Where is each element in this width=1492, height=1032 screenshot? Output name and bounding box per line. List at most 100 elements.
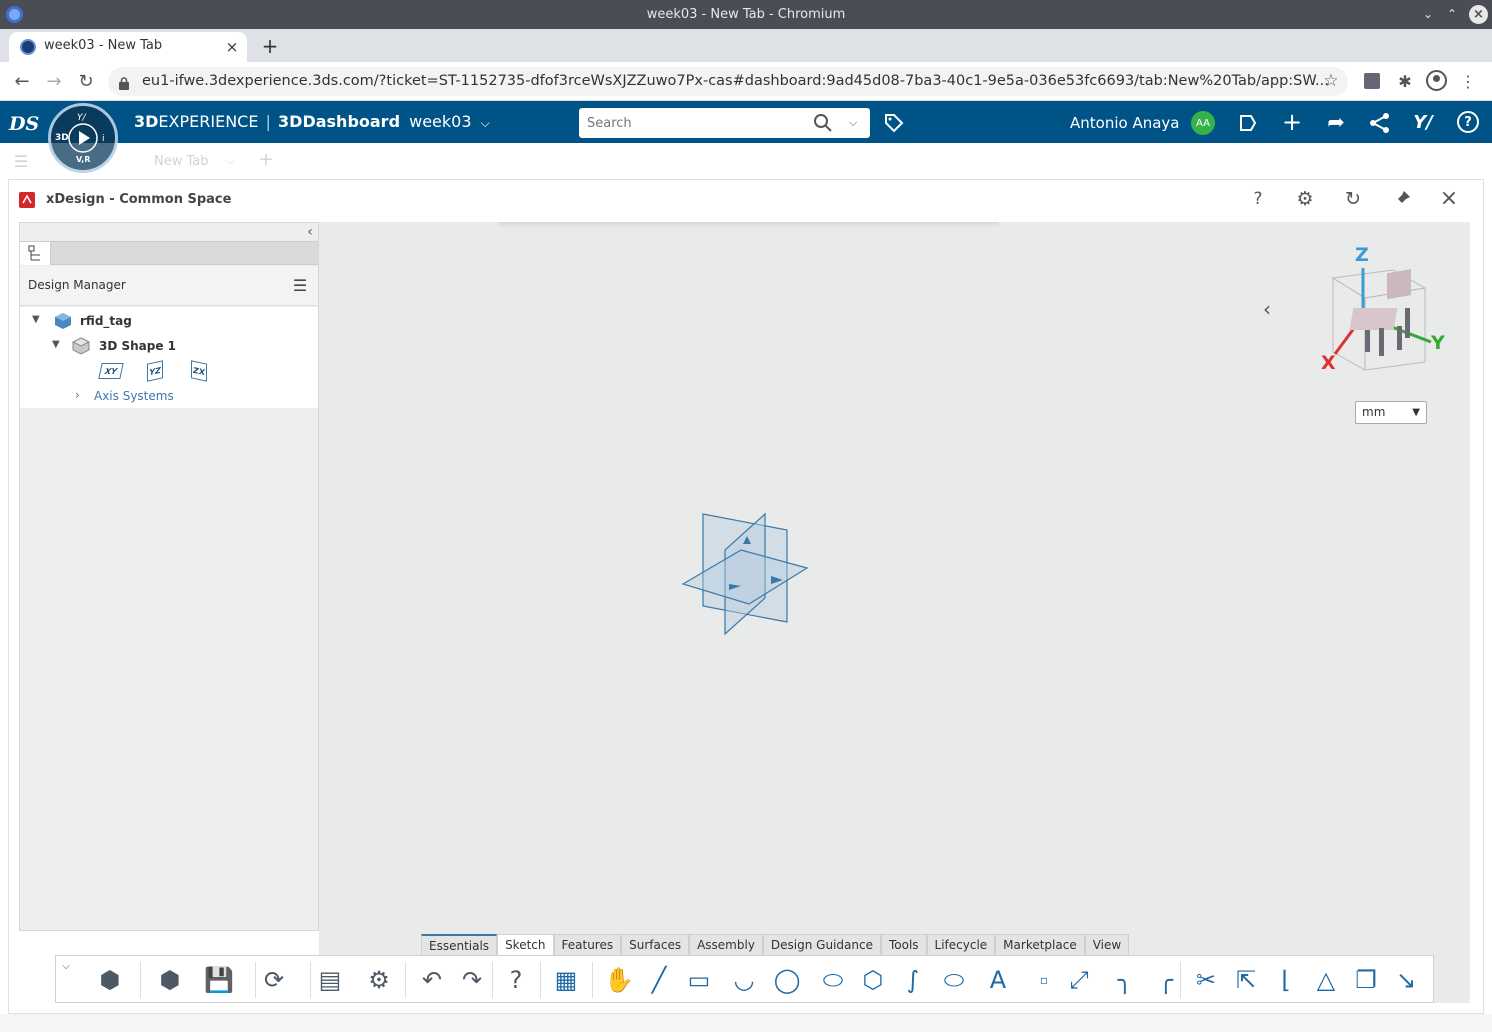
refresh-icon[interactable]: ⟳ xyxy=(258,964,290,996)
part-icon[interactable]: ⬢ xyxy=(154,964,186,996)
tab-essentials[interactable]: Essentials xyxy=(421,934,498,955)
user-name[interactable]: Antonio Anaya xyxy=(1070,113,1179,133)
settings-icon[interactable]: ⚙ xyxy=(363,964,395,996)
dashboard-tab[interactable]: New Tab xyxy=(154,154,209,169)
tab-marketplace[interactable]: Marketplace xyxy=(995,934,1085,955)
expand-shape-icon[interactable]: ▼ xyxy=(52,339,60,350)
viewport-collapse-chevron-icon[interactable]: ‹ xyxy=(1257,297,1277,321)
tree-node-root[interactable]: ▼ rfid_tag xyxy=(32,311,302,333)
widget-close-icon[interactable]: × xyxy=(1438,186,1460,211)
dashboard-tab-chevron-icon[interactable]: ⌵ xyxy=(222,153,238,169)
chamfer-icon[interactable]: ╭ xyxy=(1150,964,1182,996)
origin-planes[interactable] xyxy=(679,510,809,638)
text-icon[interactable]: A xyxy=(982,964,1014,996)
tab-surfaces[interactable]: Surfaces xyxy=(621,934,690,955)
trim-icon[interactable]: ✂ xyxy=(1190,964,1222,996)
offset-icon[interactable]: ⌊ xyxy=(1270,964,1302,996)
expand-root-icon[interactable]: ▼ xyxy=(32,314,40,325)
corner-icon[interactable]: ╮ xyxy=(1109,964,1141,996)
constraint-icon[interactable]: △ xyxy=(1310,964,1342,996)
profile-icon[interactable] xyxy=(1426,70,1447,91)
browser-menu-icon[interactable]: ⋮ xyxy=(1458,70,1478,92)
close-window-button[interactable]: × xyxy=(1469,5,1488,24)
compass-apps-icon[interactable]: Y/ xyxy=(1411,110,1435,134)
search-input[interactable] xyxy=(587,114,807,132)
spline-closed-icon[interactable]: ⬭ xyxy=(817,964,849,996)
plane-xy-icon[interactable]: XY xyxy=(98,363,124,379)
widget-pin-icon[interactable] xyxy=(1391,188,1413,210)
search-box[interactable]: ⌵ xyxy=(579,108,870,138)
tree-node-shape[interactable]: ▼ 3D Shape 1 xyxy=(52,336,302,358)
url-text: eu1-ifwe.3dexperience.3ds.com/?ticket=ST… xyxy=(142,73,1329,89)
add-icon[interactable]: + xyxy=(1280,108,1304,136)
polygon-icon[interactable]: ⬡ xyxy=(857,964,889,996)
tab-design-guidance[interactable]: Design Guidance xyxy=(762,934,881,955)
dashboard-menu-icon[interactable]: ☰ xyxy=(10,151,32,171)
arc-icon[interactable]: ◡ xyxy=(728,964,760,996)
maximize-button[interactable]: ⌃ xyxy=(1440,0,1464,29)
project-icon[interactable]: ⇱ xyxy=(1230,964,1262,996)
puzzle-icon[interactable]: ✱ xyxy=(1394,70,1416,92)
share-arrow-icon[interactable]: ➦ xyxy=(1324,110,1348,134)
ds-logo-icon[interactable]: DS xyxy=(7,109,39,137)
redo-icon[interactable]: ↷ xyxy=(456,964,488,996)
properties-icon[interactable]: ▤ xyxy=(314,964,346,996)
share-icon[interactable] xyxy=(1368,111,1392,135)
new-shape-icon[interactable]: ⬢ xyxy=(94,964,126,996)
select-icon[interactable]: ✋ xyxy=(603,964,635,996)
panel-menu-icon[interactable]: ☰ xyxy=(290,275,310,295)
forward-button[interactable]: → xyxy=(42,69,66,93)
circle-icon[interactable]: ◯ xyxy=(771,964,803,996)
tree-tab-icon[interactable] xyxy=(20,242,51,265)
exit-sketch-icon[interactable]: ↘ xyxy=(1390,964,1422,996)
close-tab-icon[interactable]: × xyxy=(223,38,241,56)
panel-collapse-icon[interactable]: ‹ xyxy=(303,224,317,240)
construction-icon[interactable]: ⤢ xyxy=(1063,964,1095,996)
spline-icon[interactable]: ∫ xyxy=(897,964,929,996)
undo-icon[interactable]: ↶ xyxy=(416,964,448,996)
add-tab-icon[interactable]: + xyxy=(256,149,276,170)
user-avatar[interactable]: AA xyxy=(1191,111,1215,135)
tab-lifecycle[interactable]: Lifecycle xyxy=(926,934,996,955)
tab-assembly[interactable]: Assembly xyxy=(689,934,763,955)
notification-icon[interactable] xyxy=(1237,112,1259,134)
address-bar[interactable]: eu1-ifwe.3dexperience.3ds.com/?ticket=ST… xyxy=(108,67,1348,96)
save-icon[interactable]: 💾 xyxy=(203,964,235,996)
plane-zx-icon[interactable]: ZX xyxy=(191,360,207,382)
new-tab-button[interactable]: + xyxy=(258,34,282,58)
widget-settings-icon[interactable]: ⚙ xyxy=(1294,188,1316,210)
help-icon[interactable]: ? xyxy=(1457,111,1479,133)
rectangle-icon[interactable]: ▭ xyxy=(683,964,715,996)
slot-icon[interactable]: ⬭ xyxy=(938,964,970,996)
dashboard-chevron-icon[interactable]: ⌵ xyxy=(481,116,490,130)
3d-view-icon[interactable]: ❐ xyxy=(1350,964,1382,996)
tree-node-axis-systems[interactable]: › Axis Systems xyxy=(72,388,272,406)
reload-button[interactable]: ↻ xyxy=(74,69,98,93)
units-select[interactable]: mm ▼ xyxy=(1355,401,1427,424)
sketch-grid-icon[interactable]: ▦ xyxy=(550,964,582,996)
expand-axis-icon[interactable]: › xyxy=(75,388,80,402)
help-icon[interactable]: ? xyxy=(500,964,532,996)
back-button[interactable]: ← xyxy=(10,69,34,93)
plane-yz-icon[interactable]: YZ xyxy=(147,360,163,382)
line-icon[interactable]: ╱ xyxy=(643,964,675,996)
point-icon[interactable]: ▫ xyxy=(1028,964,1060,996)
tab-sketch[interactable]: Sketch xyxy=(497,934,554,955)
3d-viewport[interactable]: ‹ Z X Y mm ▼ xyxy=(319,222,1470,1003)
widget-refresh-icon[interactable]: ↻ xyxy=(1342,188,1364,210)
tab-view[interactable]: View xyxy=(1084,934,1130,955)
view-cube[interactable]: Z X Y xyxy=(1315,242,1455,382)
lock-icon[interactable] xyxy=(119,75,129,90)
browser-tab[interactable]: week03 - New Tab × xyxy=(9,32,247,62)
minimize-button[interactable]: ⌄ xyxy=(1416,0,1440,29)
extension-icon[interactable] xyxy=(1364,73,1380,89)
search-scope-chevron-icon[interactable]: ⌵ xyxy=(843,113,863,133)
bookmark-star-icon[interactable]: ☆ xyxy=(1320,70,1342,92)
widget-help-icon[interactable]: ? xyxy=(1247,188,1269,210)
tab-tools[interactable]: Tools xyxy=(880,934,927,955)
tab-features[interactable]: Features xyxy=(553,934,622,955)
tag-icon[interactable] xyxy=(883,112,905,134)
dashboard-name[interactable]: week03 xyxy=(409,112,471,131)
search-icon[interactable] xyxy=(813,113,833,133)
action-bar-toggle-icon[interactable]: ⌵ xyxy=(58,958,74,974)
